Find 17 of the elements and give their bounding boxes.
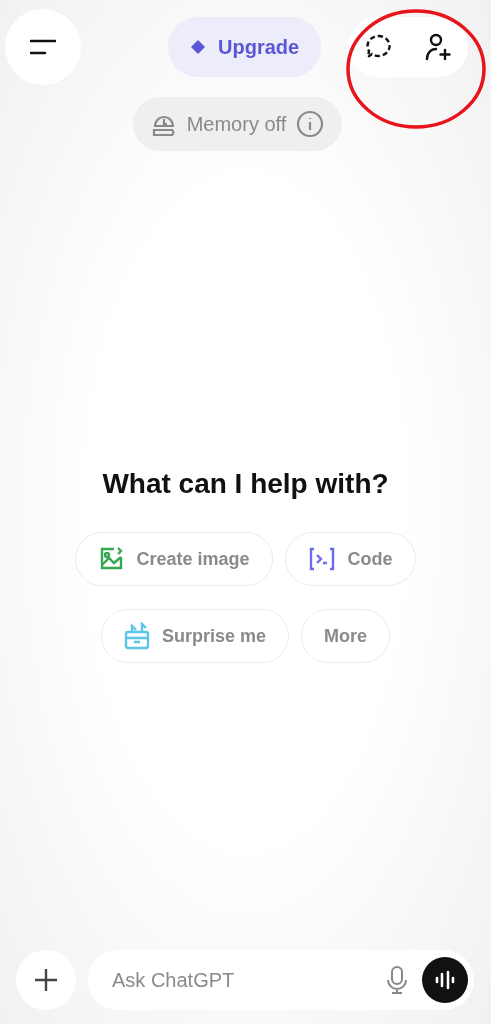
memory-label: Memory off <box>186 112 287 136</box>
suggestion-chip[interactable]: Create image <box>75 532 273 586</box>
diamond-icon <box>190 39 206 55</box>
plus-icon <box>34 968 58 992</box>
suggestion-chip[interactable]: Code <box>284 532 416 586</box>
message-field[interactable]: Ask ChatGPT <box>110 967 386 993</box>
upgrade-button[interactable]: Upgrade <box>168 17 322 77</box>
microphone-icon[interactable] <box>386 965 408 995</box>
voice-button[interactable] <box>422 957 468 1003</box>
heading: What can I help with? <box>102 468 389 500</box>
suggestion-chip[interactable]: More <box>301 609 391 663</box>
composer-field[interactable]: Ask ChatGPT <box>88 950 474 1010</box>
memory-pill[interactable]: Memory off <box>132 97 343 151</box>
info-icon[interactable] <box>296 110 325 138</box>
menu-icon <box>30 38 56 56</box>
waveform-icon <box>434 969 456 991</box>
suggestion-chip[interactable]: Surprise me <box>100 609 289 663</box>
